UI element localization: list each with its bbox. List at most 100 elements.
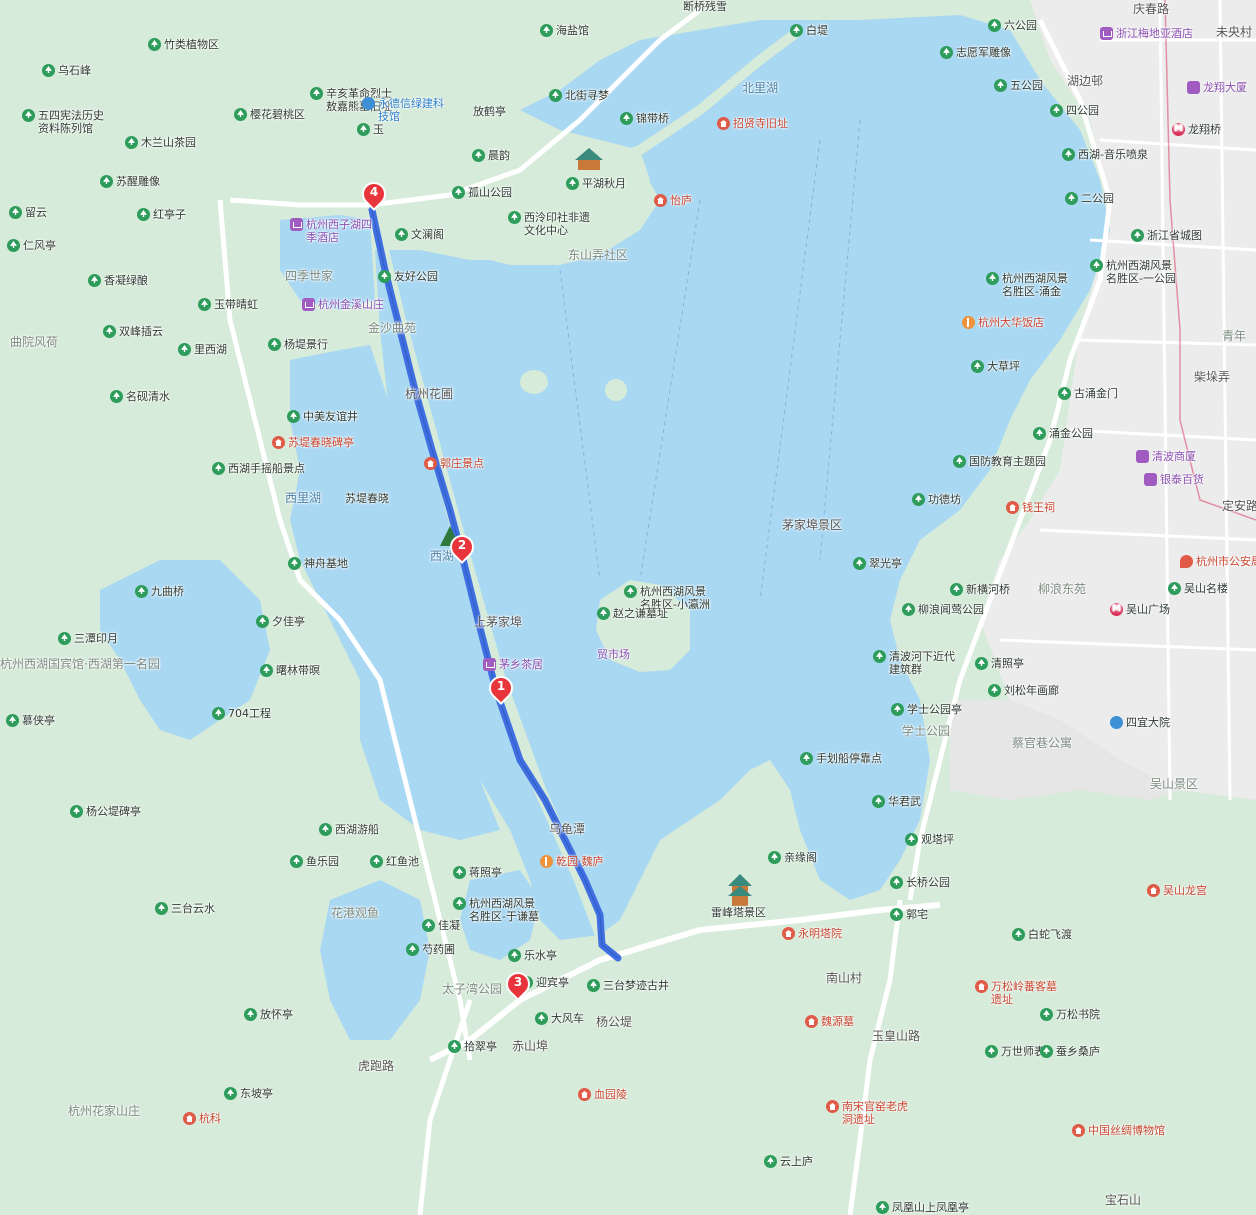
map-label[interactable]: 杭州大华饭店 [962, 316, 1044, 329]
map-label[interactable]: 木兰山茶园 [125, 136, 196, 149]
map-label[interactable]: 九曲桥 [135, 585, 184, 598]
map-label[interactable]: 新横河桥 [950, 583, 1010, 596]
map-label[interactable]: 双峰插云 [103, 325, 163, 338]
map-label[interactable]: 杭州西湖风景名胜区-于谦墓 [453, 897, 541, 923]
map-label[interactable]: 断桥残雪 [683, 0, 727, 13]
map-label[interactable]: 茅乡茶居 [483, 658, 543, 671]
route-marker-4[interactable]: 4 [357, 177, 391, 214]
map-label[interactable]: 玉带晴虹 [198, 298, 258, 311]
map-label[interactable]: 郭宅 [890, 908, 928, 921]
map-label[interactable]: 杭州西湖风景名胜区-涌金 [986, 272, 1074, 298]
map-label[interactable]: 三台梦迹古井 [587, 979, 669, 992]
map-label[interactable]: 杭州市公安局 [1180, 555, 1256, 568]
map-label[interactable]: 白蛇飞渡 [1012, 928, 1072, 941]
map-label[interactable]: 四公园 [1050, 104, 1099, 117]
map-label[interactable]: 夕佳亭 [256, 615, 305, 628]
map-label[interactable]: 上茅家埠 [474, 616, 522, 629]
map-label[interactable]: 红鱼池 [370, 855, 419, 868]
map-label[interactable]: 浙江梅地亚酒店 [1100, 27, 1193, 40]
map-label[interactable]: 吴山景区 [1150, 778, 1198, 791]
map-label[interactable]: 芍药圃 [406, 943, 455, 956]
map-label[interactable]: 茅家埠景区 [782, 519, 842, 532]
map-label[interactable]: 西湖游船 [319, 823, 379, 836]
map-label[interactable]: 华君武 [872, 795, 921, 808]
map-label[interactable]: 未央村 [1216, 26, 1252, 39]
map-label[interactable]: 704工程 [212, 707, 271, 720]
map-label[interactable]: 清照亭 [975, 657, 1024, 670]
map-label[interactable]: 金沙曲苑 [368, 322, 416, 335]
map-label[interactable]: 乾园·魏庐 [540, 855, 604, 868]
map-label[interactable]: 蚕乡桑庐 [1040, 1045, 1100, 1058]
map-label[interactable]: 玉 [357, 123, 384, 136]
map-label[interactable]: 学士公园亭 [891, 703, 962, 716]
map-label[interactable]: 柳浪东苑 [1038, 583, 1086, 596]
map-label[interactable]: 吴山名楼 [1168, 582, 1228, 595]
map-label[interactable]: 三台云水 [155, 902, 215, 915]
map-label[interactable]: 杭州西子湖四季酒店 [290, 218, 378, 244]
map-label[interactable]: 翠光亭 [853, 557, 902, 570]
map-label[interactable]: 南宋官窑老虎洞遗址 [826, 1100, 914, 1126]
map-label[interactable]: 永德信绿建科技馆 [362, 97, 450, 123]
map-label[interactable]: 万松书院 [1040, 1008, 1100, 1021]
map-label[interactable]: 文澜阁 [395, 228, 444, 241]
route-marker-3[interactable]: 3 [501, 967, 535, 1004]
map-label[interactable]: 杭州西湖风景名胜区-一公园 [1090, 259, 1178, 285]
map-label[interactable]: 清波商厦 [1136, 450, 1196, 463]
map-label[interactable]: 白堤 [790, 24, 828, 37]
map-label[interactable]: 长桥公园 [890, 876, 950, 889]
map-label[interactable]: 慕侠亭 [6, 714, 55, 727]
map-label[interactable]: 柴垛弄 [1194, 371, 1230, 384]
map-label[interactable]: 香凝绿酿 [88, 274, 148, 287]
map-label[interactable]: 里西湖 [178, 343, 227, 356]
map-label[interactable]: 留云 [9, 206, 47, 219]
map-label[interactable]: 锦带桥 [620, 112, 669, 125]
map-label[interactable]: 郭庄景点 [424, 457, 484, 470]
map-label[interactable]: 樱花碧桃区 [234, 108, 305, 121]
map-label[interactable]: 万世师表 [985, 1045, 1045, 1058]
map-label[interactable]: 六公园 [988, 19, 1037, 32]
map-label[interactable]: 湖边邨 [1067, 75, 1103, 88]
map-label[interactable]: 杭州花圃 [405, 388, 453, 401]
map-label[interactable]: 东坡亭 [224, 1087, 273, 1100]
map-label[interactable]: 东山弄社区 [568, 249, 628, 262]
map-label[interactable]: 曲院风荷 [10, 336, 58, 349]
map-label[interactable]: 庆春路 [1133, 3, 1169, 16]
map-label[interactable]: 宝石山 [1105, 1194, 1141, 1207]
map-label[interactable]: 定安路 [1222, 500, 1256, 513]
map-label[interactable]: 万松岭蕃客墓遗址 [975, 980, 1063, 1006]
map-label[interactable]: 太子湾公园 [442, 983, 502, 996]
map-label[interactable]: 龙翔桥 [1172, 123, 1221, 136]
map-label[interactable]: 神舟基地 [288, 557, 348, 570]
map-label[interactable]: 苏堤春晓 [345, 492, 389, 505]
map-label[interactable]: 国防教育主题园 [953, 455, 1046, 468]
map-label[interactable]: 南山村 [826, 972, 862, 985]
map-label[interactable]: 赵之谦墓址 [597, 607, 668, 620]
map-label[interactable]: 竹类植物区 [148, 38, 219, 51]
map-label[interactable]: 龙翔大厦 [1187, 81, 1247, 94]
map-canvas[interactable]: 庆春路未央村 六公园浙江梅地亚酒店志愿军雕像湖边邨 五公园 龙翔大厦四公园龙翔桥西湖-… [0, 0, 1256, 1215]
map-label[interactable]: 杭州西湖国宾馆·西湖第一名园 [0, 658, 160, 671]
map-label[interactable]: 亲缘阁 [768, 851, 817, 864]
map-label[interactable]: 招贤寺旧址 [717, 117, 788, 130]
map-label[interactable]: 清波河下近代建筑群 [873, 650, 961, 676]
map-label[interactable]: 青年 [1222, 330, 1246, 343]
map-label[interactable]: 鱼乐园 [290, 855, 339, 868]
map-label[interactable]: 雷峰塔景区 [711, 906, 766, 919]
map-label[interactable]: 西里湖 [285, 492, 321, 505]
map-label[interactable]: 放怀亭 [244, 1008, 293, 1021]
map-label[interactable]: 平湖秋月 [566, 177, 626, 190]
map-label[interactable]: 刘松年画廊 [988, 684, 1059, 697]
map-label[interactable]: 中国丝绸博物馆 [1072, 1124, 1165, 1137]
map-label[interactable]: 吴山广场 [1110, 603, 1170, 616]
map-label[interactable]: 拾翠亭 [448, 1040, 497, 1053]
map-label[interactable]: 志愿军雕像 [940, 46, 1011, 59]
map-label[interactable]: 四季世家 [285, 270, 333, 283]
map-label[interactable]: 永明塔院 [782, 927, 842, 940]
map-label[interactable]: 西泠印社非遗文化中心 [508, 211, 596, 237]
map-label[interactable]: 北里湖 [742, 82, 778, 95]
route-marker-1[interactable]: 1 [484, 671, 518, 708]
map-label[interactable]: 二公园 [1065, 192, 1114, 205]
map-label[interactable]: 杭州金溪山庄 [302, 298, 384, 311]
map-label[interactable]: 柳浪闻莺公园 [902, 603, 984, 616]
map-label[interactable]: 曙林带暝 [260, 664, 320, 677]
